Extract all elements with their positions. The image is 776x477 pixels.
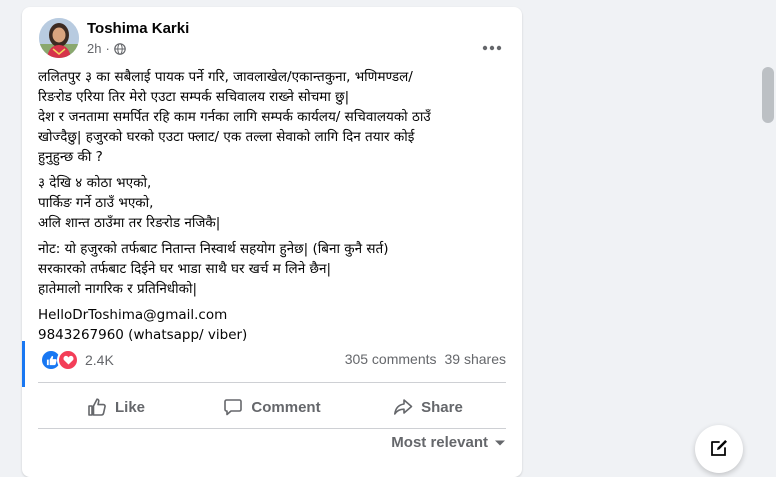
comment-button[interactable]: Comment — [194, 390, 350, 424]
action-bar: Like Comment Share — [38, 390, 506, 424]
avatar[interactable] — [39, 18, 79, 58]
comments-count-link[interactable]: 305 comments — [345, 351, 437, 367]
compose-button[interactable] — [695, 425, 743, 473]
post-body: ललितपुर ३ का सबैलाई पायक पर्ने गरि, जावल… — [38, 67, 518, 345]
divider — [38, 428, 506, 429]
like-label: Like — [114, 398, 145, 416]
love-reaction-icon — [57, 349, 79, 371]
shares-count-link[interactable]: 39 shares — [445, 351, 506, 367]
divider — [38, 382, 506, 383]
post-header: Toshima Karki 2h · — [39, 18, 522, 62]
contact-phone: 9843267960 (whatsapp/ viber) — [38, 327, 248, 343]
post-time[interactable]: 2h — [87, 41, 101, 56]
post-paragraph: ३ देखि ४ कोठा भएको, पार्किङ गर्ने ठाउँ भ… — [38, 175, 221, 231]
contact-email[interactable]: HelloDrToshima@gmail.com — [38, 305, 518, 325]
engagement-counts: 305 comments 39 shares — [345, 351, 506, 367]
comment-label: Comment — [251, 398, 321, 416]
meta-separator: · — [105, 41, 110, 56]
more-options-button[interactable] — [474, 30, 510, 66]
sort-label: Most relevant — [391, 434, 488, 451]
caret-down-icon — [495, 440, 505, 445]
scrollbar-thumb[interactable] — [762, 67, 774, 123]
comment-sort-dropdown[interactable]: Most relevant — [391, 434, 506, 451]
reactions-count: 2.4K — [85, 352, 114, 368]
avatar-image — [39, 18, 79, 58]
post-paragraph: नोट: यो हजुरको तर्फबाट नितान्त निस्वार्थ… — [38, 241, 389, 297]
share-arrow-icon — [394, 399, 413, 415]
like-button[interactable]: Like — [38, 390, 194, 424]
share-label: Share — [421, 398, 463, 416]
post-meta: 2h · — [87, 41, 126, 56]
author-name[interactable]: Toshima Karki — [87, 20, 189, 37]
more-options-icon — [482, 45, 502, 51]
post-stats: 2.4K 305 comments 39 shares — [38, 349, 506, 371]
thumbs-up-icon — [88, 398, 106, 416]
focus-indicator — [22, 341, 25, 387]
share-button[interactable]: Share — [350, 390, 506, 424]
post-paragraph: ललितपुर ३ का सबैलाई पायक पर्ने गरि, जावल… — [38, 69, 431, 165]
comment-bubble-icon — [224, 399, 243, 416]
post-card: Toshima Karki 2h · ललितपुर ३ का सबैलाई प… — [22, 7, 522, 477]
globe-icon[interactable] — [114, 42, 126, 55]
reactions-summary[interactable]: 2.4K — [40, 349, 114, 371]
